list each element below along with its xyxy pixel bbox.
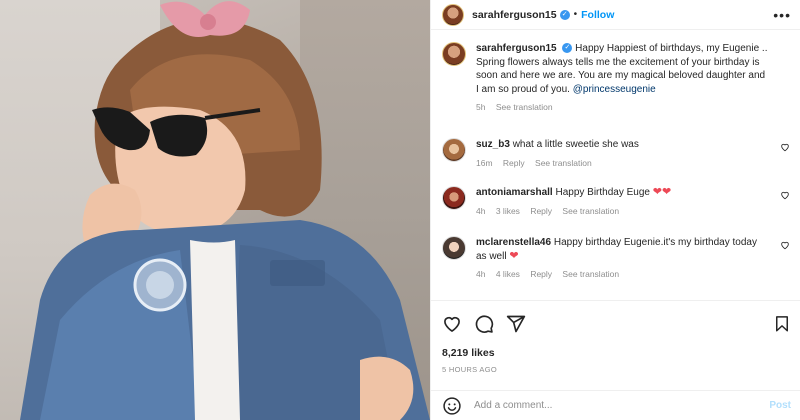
verified-badge-icon: ✓ bbox=[559, 9, 570, 20]
comments-list[interactable]: sarahferguson15 ✓ Happy Happiest of birt… bbox=[431, 30, 800, 300]
caption: sarahferguson15 ✓ Happy Happiest of birt… bbox=[442, 42, 792, 112]
comment-like-heart-icon[interactable] bbox=[780, 142, 790, 152]
bookmark-icon[interactable] bbox=[773, 314, 791, 334]
verified-badge-icon: ✓ bbox=[562, 43, 573, 54]
comment-time: 4h bbox=[476, 269, 486, 279]
child-illustration bbox=[20, 1, 430, 420]
comment-username[interactable]: mclarenstella46 bbox=[476, 237, 551, 248]
comment-time: 4h bbox=[476, 205, 486, 216]
emoji-icon[interactable] bbox=[442, 396, 462, 416]
red-heart-emoji: ❤ bbox=[509, 249, 519, 262]
caption-see-translation[interactable]: See translation bbox=[496, 102, 553, 112]
commenter-avatar[interactable] bbox=[442, 186, 466, 210]
follow-button[interactable]: Follow bbox=[581, 9, 614, 21]
post-comment-button[interactable]: Post bbox=[769, 400, 791, 411]
share-icon[interactable] bbox=[506, 314, 526, 334]
comment-likes-count[interactable]: 4 likes bbox=[496, 269, 520, 279]
caption-username[interactable]: sarahferguson15 bbox=[476, 43, 557, 54]
caption-time: 5h bbox=[476, 102, 486, 112]
comment-time: 16m bbox=[476, 157, 493, 168]
post-panel: sarahferguson15 ✓ • Follow ••• sarahferg… bbox=[430, 0, 800, 420]
commenter-avatar[interactable] bbox=[442, 138, 466, 162]
comment-item: suz_b3 what a little sweetie she was 16m… bbox=[442, 138, 792, 168]
comment-icon[interactable] bbox=[474, 314, 494, 334]
add-comment-input[interactable] bbox=[474, 400, 770, 411]
post-photo[interactable] bbox=[0, 0, 430, 420]
caption-mention-link[interactable]: @princesseugenie bbox=[573, 84, 656, 95]
post-actions: 8,219 likes 5 HOURS AGO bbox=[431, 300, 800, 390]
reply-button[interactable]: Reply bbox=[530, 269, 552, 279]
comment-meta: 4h 3 likes Reply See translation bbox=[476, 206, 770, 216]
separator-dot: • bbox=[573, 9, 578, 20]
author-avatar[interactable] bbox=[442, 3, 464, 26]
reply-button[interactable]: Reply bbox=[530, 206, 552, 216]
comment-meta: 4h 4 likes Reply See translation bbox=[476, 269, 770, 279]
post-header: sarahferguson15 ✓ • Follow ••• bbox=[431, 0, 800, 30]
comment-username[interactable]: suz_b3 bbox=[476, 139, 510, 150]
caption-avatar[interactable] bbox=[442, 42, 466, 66]
comment-likes-count[interactable]: 3 likes bbox=[496, 206, 520, 216]
post-timestamp: 5 HOURS AGO bbox=[442, 365, 497, 374]
caption-text: sarahferguson15 ✓ Happy Happiest of birt… bbox=[476, 42, 770, 96]
see-translation-link[interactable]: See translation bbox=[562, 269, 619, 279]
commenter-avatar[interactable] bbox=[442, 236, 466, 260]
comment-meta: 16m Reply See translation bbox=[476, 158, 770, 168]
red-heart-emoji: ❤❤ bbox=[652, 186, 672, 198]
comment-username[interactable]: antoniamarshall bbox=[476, 187, 553, 198]
see-translation-link[interactable]: See translation bbox=[562, 206, 619, 216]
caption-meta: 5h See translation bbox=[476, 102, 770, 112]
action-icons bbox=[442, 314, 538, 334]
comment-item: antoniamarshall Happy Birthday Euge ❤❤ 4… bbox=[442, 186, 792, 216]
comment-body: what a little sweetie she was bbox=[512, 139, 639, 150]
see-translation-link[interactable]: See translation bbox=[535, 158, 592, 168]
comment-item: mclarenstella46 Happy birthday Eugenie.i… bbox=[442, 236, 792, 279]
comment-like-heart-icon[interactable] bbox=[780, 190, 790, 200]
comment-body: Happy Birthday Euge bbox=[555, 187, 650, 198]
more-options-icon[interactable]: ••• bbox=[773, 7, 791, 23]
comment-like-heart-icon[interactable] bbox=[780, 240, 790, 250]
reply-button[interactable]: Reply bbox=[503, 158, 525, 168]
comment-text: antoniamarshall Happy Birthday Euge ❤❤ bbox=[476, 186, 770, 200]
heart-icon[interactable] bbox=[442, 314, 462, 334]
likes-count[interactable]: 8,219 likes bbox=[442, 347, 495, 359]
author-username[interactable]: sarahferguson15 bbox=[472, 9, 557, 21]
comment-text: mclarenstella46 Happy birthday Eugenie.i… bbox=[476, 236, 770, 263]
comment-text: suz_b3 what a little sweetie she was bbox=[476, 138, 770, 152]
comment-composer: Post bbox=[431, 390, 800, 420]
